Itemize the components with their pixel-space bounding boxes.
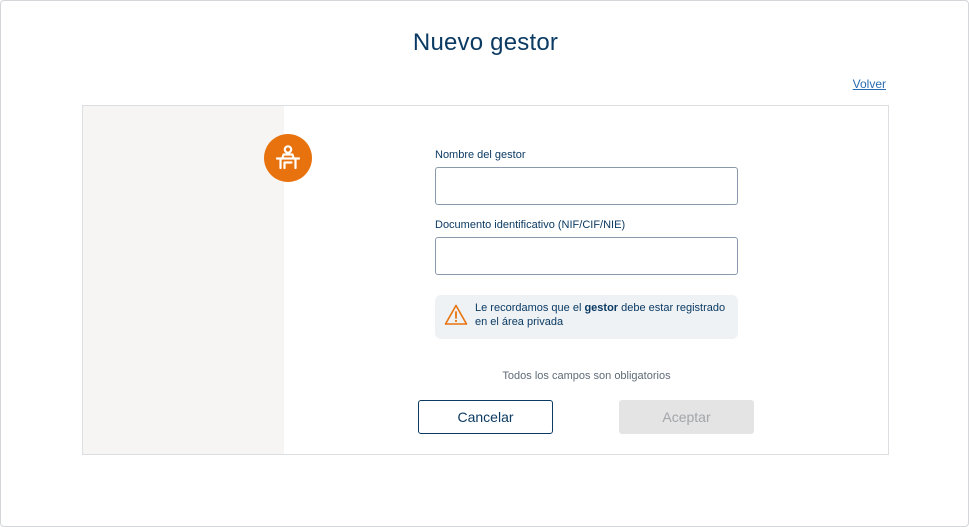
- notice-text: Le recordamos que el gestor debe estar r…: [475, 301, 733, 329]
- side-panel: [83, 106, 284, 454]
- desk-person-icon: [264, 134, 312, 182]
- notice-text-before: Le recordamos que el: [475, 302, 585, 314]
- name-label: Nombre del gestor: [435, 149, 526, 161]
- document-label: Documento identificativo (NIF/CIF/NIE): [435, 219, 626, 231]
- page-title: Nuevo gestor: [412, 29, 559, 56]
- cancel-button[interactable]: Cancelar: [418, 400, 553, 434]
- page-frame: Nuevo gestor Volver Nombre del gestor Do…: [0, 0, 969, 527]
- document-input[interactable]: [435, 237, 738, 275]
- accept-button[interactable]: Aceptar: [619, 400, 754, 434]
- back-link[interactable]: Volver: [853, 77, 886, 91]
- notice-text-bold: gestor: [584, 302, 619, 314]
- name-input[interactable]: [435, 167, 738, 205]
- warning-icon: [444, 304, 468, 325]
- form-card: Nombre del gestor Documento identificati…: [82, 105, 889, 455]
- info-notice: Le recordamos que el gestor debe estar r…: [435, 295, 738, 339]
- required-fields-note: Todos los campos son obligatorios: [502, 370, 671, 382]
